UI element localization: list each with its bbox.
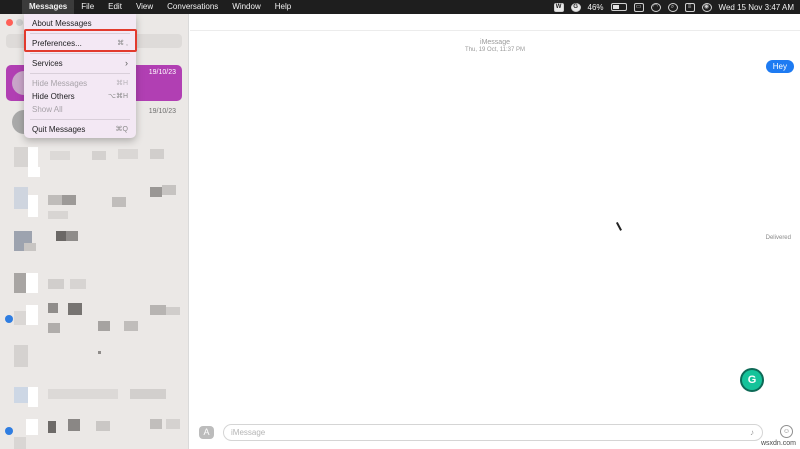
wifi-icon[interactable]: ◠	[650, 2, 661, 12]
battery-percent: 46%	[587, 2, 604, 12]
menu-edit[interactable]: Edit	[101, 0, 129, 14]
conversation-pane: iMessage Thu, 19 Oct, 11:37 PM Hey Deliv…	[190, 14, 800, 449]
menu-item-label: Hide Messages	[32, 79, 88, 88]
menu-item-label: About Messages	[32, 19, 92, 28]
title-bar-divider	[190, 30, 800, 31]
menu-item-shortcut: ⌘H	[115, 80, 128, 87]
app-store-apps-icon[interactable]: A	[199, 426, 214, 439]
menu-item-show-all: Show All	[24, 103, 136, 116]
sent-message-bubble[interactable]: Hey	[765, 60, 794, 73]
service-label: iMessage	[480, 39, 510, 46]
menu-messages[interactable]: Messages	[22, 0, 75, 14]
delivered-status: Delivered	[765, 235, 791, 241]
menu-item-label: Hide Others	[32, 92, 75, 101]
conversation-date: 19/10/23	[148, 69, 176, 76]
control-center-icon[interactable]: ≡	[684, 2, 695, 12]
chevron-right-icon: ›	[125, 58, 128, 68]
menu-file[interactable]: File	[74, 0, 101, 14]
menu-separator	[30, 73, 130, 74]
search-icon[interactable]: ⌕	[667, 2, 678, 12]
menu-item-label: Show All	[32, 105, 63, 114]
grammarly-floating-button[interactable]: G	[742, 370, 762, 390]
menu-bar: Messages File Edit View Conversations Wi…	[0, 0, 800, 14]
menu-item-label: Quit Messages	[32, 125, 86, 134]
minimize-window-icon[interactable]	[16, 19, 23, 26]
message-input[interactable]: iMessage	[223, 424, 763, 441]
unread-indicator	[5, 315, 13, 323]
menu-item-label: Services	[32, 59, 63, 68]
blurred-conversation-list	[0, 139, 188, 449]
conversation-date: 19/10/23	[148, 108, 176, 115]
status-tray: W G 46% ▭ ◠ ⌕ ≡ ◉ Wed 15 Nov 3:47 AM	[553, 0, 794, 14]
watermark: wsxdn.com	[760, 440, 796, 447]
menu-window[interactable]: Window	[225, 0, 267, 14]
battery-icon[interactable]	[610, 3, 627, 11]
preferences-highlight-box	[24, 29, 137, 52]
word-icon[interactable]: W	[553, 2, 564, 12]
menu-item-hide-messages: Hide Messages ⌘H	[24, 77, 136, 90]
menu-help[interactable]: Help	[268, 0, 298, 14]
menu-separator	[30, 53, 130, 54]
screen-mirroring-icon[interactable]: ▭	[633, 2, 644, 12]
menu-bar-clock[interactable]: Wed 15 Nov 3:47 AM	[719, 3, 794, 12]
menu-item-shortcut: ⌥⌘H	[107, 93, 128, 100]
menu-view[interactable]: View	[129, 0, 160, 14]
menu-item-services[interactable]: Services ›	[24, 57, 136, 70]
siri-icon[interactable]: ◉	[701, 2, 712, 12]
close-window-icon[interactable]	[6, 19, 13, 26]
mouse-pointer-icon	[615, 222, 622, 231]
grammarly-tray-icon[interactable]: G	[570, 2, 581, 12]
emoji-icon[interactable]: ☺	[780, 425, 793, 438]
audio-waveform-icon[interactable]: ♪	[746, 427, 758, 438]
menu-item-hide-others[interactable]: Hide Others ⌥⌘H	[24, 90, 136, 103]
unread-indicator	[5, 427, 13, 435]
menu-item-quit[interactable]: Quit Messages ⌘Q	[24, 123, 136, 136]
menu-item-shortcut: ⌘Q	[115, 126, 128, 133]
menu-separator	[30, 119, 130, 120]
menu-conversations[interactable]: Conversations	[160, 0, 225, 14]
conversation-timestamp: Thu, 19 Oct, 11:37 PM	[465, 47, 525, 53]
